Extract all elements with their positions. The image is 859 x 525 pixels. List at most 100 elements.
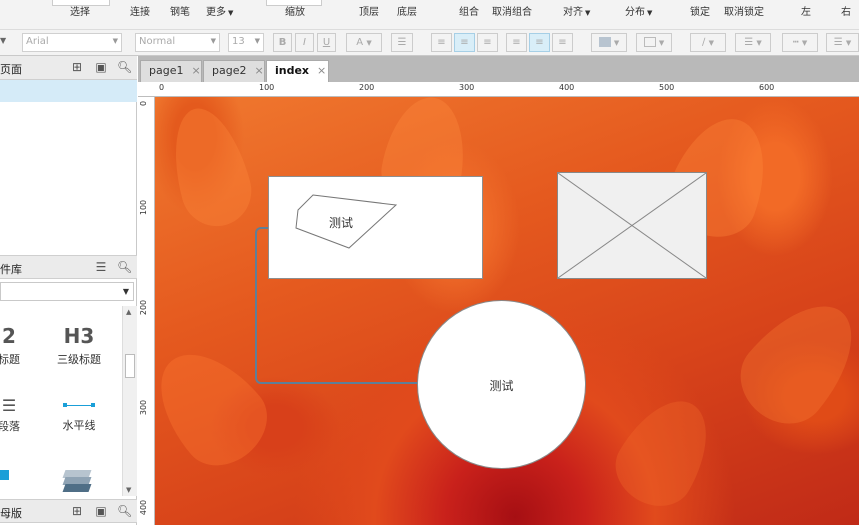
background-petal bbox=[602, 384, 728, 520]
align-text-center-button[interactable]: ≡ bbox=[454, 33, 475, 52]
chevron-down-icon: ▼ bbox=[210, 37, 216, 45]
shadow-button[interactable]: ▼ bbox=[636, 33, 672, 52]
align-top-button[interactable]: ≡ bbox=[506, 33, 527, 52]
chevron-down-icon: ▼ bbox=[0, 36, 7, 45]
align-middle-button[interactable]: ≡ bbox=[529, 33, 550, 52]
font-family-value: Arial bbox=[26, 36, 49, 47]
ruler-tick: 100 bbox=[139, 199, 149, 216]
bullet-list-button[interactable]: ☰ bbox=[391, 33, 413, 52]
align-left-button[interactable]: 左 bbox=[801, 3, 811, 18]
selected-page-row[interactable] bbox=[0, 80, 137, 102]
ruler-tick: 300 bbox=[459, 83, 475, 92]
widget-label: 三级标题 bbox=[57, 353, 101, 366]
line-style-button[interactable]: ┅ ▼ bbox=[782, 33, 818, 52]
lock-button[interactable]: 锁定 bbox=[690, 3, 710, 18]
add-folder-icon[interactable]: ▣ bbox=[94, 60, 108, 74]
align-center-icon: ≡ bbox=[460, 37, 469, 48]
menu-icon[interactable]: ☰ bbox=[94, 260, 108, 274]
format-toolbar: ▼ Arial ▼ Normal ▼ 13 ▼ B I U A ▼ ☰ ≡ ≡ ≡ ≡… bbox=[0, 30, 859, 56]
design-canvas[interactable]: 测试 测试 bbox=[155, 97, 859, 525]
widget-partial-icon[interactable] bbox=[0, 470, 9, 480]
font-family-select[interactable]: Arial ▼ bbox=[22, 33, 122, 52]
underline-button[interactable]: U bbox=[317, 33, 336, 52]
close-icon[interactable]: × bbox=[317, 64, 326, 77]
rectangle-label: 测试 bbox=[329, 216, 354, 230]
align-button[interactable]: 对齐 ▼ bbox=[563, 3, 590, 18]
tab-page2[interactable]: page2 × bbox=[203, 60, 265, 82]
chevron-down-icon: ▼ bbox=[254, 37, 260, 45]
add-master-icon[interactable]: ⊞ bbox=[70, 504, 84, 518]
align-bottom-icon: ≡ bbox=[558, 37, 567, 48]
scroll-up-icon[interactable]: ▲ bbox=[126, 308, 131, 316]
chevron-down-icon: ▼ bbox=[366, 39, 372, 47]
font-size-value: 13 bbox=[232, 36, 245, 47]
fill-swatch-icon bbox=[598, 37, 611, 47]
connect-tool-button[interactable]: 连接 bbox=[130, 3, 150, 18]
library-scrollbar[interactable]: ▲ ▼ bbox=[122, 306, 137, 496]
distribute-label: 分布 bbox=[625, 7, 645, 18]
widget-horizontal-line[interactable]: 水平线 bbox=[50, 396, 108, 433]
image-placeholder-icon bbox=[558, 173, 706, 278]
close-icon[interactable]: × bbox=[254, 64, 263, 77]
align-text-right-button[interactable]: ≡ bbox=[477, 33, 498, 52]
arrow-style-button[interactable]: ☰ ▼ bbox=[826, 33, 859, 52]
chevron-down-icon: ▼ bbox=[801, 39, 808, 47]
font-size-select[interactable]: 13 ▼ bbox=[228, 33, 264, 52]
search-icon[interactable]: 🔍︎ bbox=[117, 504, 132, 518]
group-button[interactable]: 组合 bbox=[459, 3, 479, 18]
scrollbar-thumb[interactable] bbox=[125, 354, 135, 378]
widget-heading3[interactable]: H3 三级标题 bbox=[50, 324, 108, 367]
library-select[interactable]: ▼ bbox=[0, 282, 134, 301]
ruler-tick: 400 bbox=[559, 83, 575, 92]
scroll-down-icon[interactable]: ▼ bbox=[126, 486, 131, 494]
fill-color-button[interactable]: ▼ bbox=[591, 33, 627, 52]
bring-to-front-button[interactable]: 顶层 bbox=[359, 3, 379, 18]
polygon-icon bbox=[295, 194, 398, 249]
pencil-icon: ∕ bbox=[702, 37, 706, 48]
library-panel-header: 件库 ☰ 🔍︎ bbox=[0, 255, 137, 279]
text-color-button[interactable]: A ▼ bbox=[346, 33, 382, 52]
ungroup-button[interactable]: 取消组合 bbox=[492, 3, 532, 18]
layers-icon[interactable] bbox=[62, 470, 92, 494]
widget-heading2[interactable]: 2 标题 bbox=[0, 324, 24, 367]
bold-button[interactable]: B bbox=[273, 33, 292, 52]
align-left-icon: ≡ bbox=[437, 37, 446, 48]
widget-paragraph[interactable]: ☰ 段落 bbox=[0, 396, 24, 434]
ruler-tick: 400 bbox=[139, 499, 149, 516]
send-to-back-button[interactable]: 底层 bbox=[397, 3, 417, 18]
align-right-button[interactable]: 右 bbox=[841, 3, 851, 18]
pen-tool-button[interactable]: 钢笔 bbox=[170, 3, 190, 18]
more-tools-button[interactable]: 更多 ▼ bbox=[206, 3, 233, 18]
line-width-button[interactable]: ☰ ▼ bbox=[735, 33, 771, 52]
select-tool-button[interactable]: 选择 bbox=[70, 3, 90, 18]
ellipse-shape[interactable]: 测试 bbox=[417, 300, 586, 469]
rectangle-shape[interactable]: 测试 bbox=[268, 176, 483, 279]
align-label: 对齐 bbox=[563, 7, 583, 18]
align-text-left-button[interactable]: ≡ bbox=[431, 33, 452, 52]
pages-panel-header: 页面 ⊞ ▣ 🔍︎ bbox=[0, 56, 137, 80]
add-page-icon[interactable]: ⊞ bbox=[70, 60, 84, 74]
search-icon[interactable]: 🔍︎ bbox=[117, 260, 132, 274]
chevron-down-icon: ▼ bbox=[708, 39, 714, 47]
distribute-button[interactable]: 分布 ▼ bbox=[625, 3, 652, 18]
add-folder-icon[interactable]: ▣ bbox=[94, 504, 108, 518]
tab-label: index bbox=[275, 64, 310, 77]
italic-button[interactable]: I bbox=[295, 33, 314, 52]
arrow-style-icon: ☰ bbox=[833, 37, 843, 48]
ruler-tick: 0 bbox=[139, 100, 149, 107]
zoom-button[interactable]: 缩放 bbox=[285, 3, 305, 18]
close-icon[interactable]: × bbox=[191, 64, 200, 77]
align-bottom-button[interactable]: ≡ bbox=[552, 33, 573, 52]
unlock-button[interactable]: 取消锁定 bbox=[724, 3, 764, 18]
left-panel: 页面 ⊞ ▣ 🔍︎ 件库 ☰ 🔍︎ ▼ 2 标题 H3 三级标题 ☰ 段落 水平… bbox=[0, 56, 137, 525]
font-style-select[interactable]: Normal ▼ bbox=[135, 33, 220, 52]
tab-index[interactable]: index × bbox=[266, 60, 329, 82]
main-toolbar: 选择 连接 钢笔 更多 ▼ 缩放 顶层 底层 组合 取消组合 对齐 ▼ 分布 ▼ 锁定… bbox=[0, 0, 859, 30]
ruler-tick: 500 bbox=[659, 83, 675, 92]
tab-page1[interactable]: page1 × bbox=[140, 60, 202, 82]
font-style-value: Normal bbox=[139, 36, 176, 47]
line-color-button[interactable]: ∕ ▼ bbox=[690, 33, 726, 52]
image-placeholder[interactable] bbox=[557, 172, 707, 279]
h3-icon: H3 bbox=[63, 324, 95, 348]
search-icon[interactable]: 🔍︎ bbox=[117, 60, 132, 74]
